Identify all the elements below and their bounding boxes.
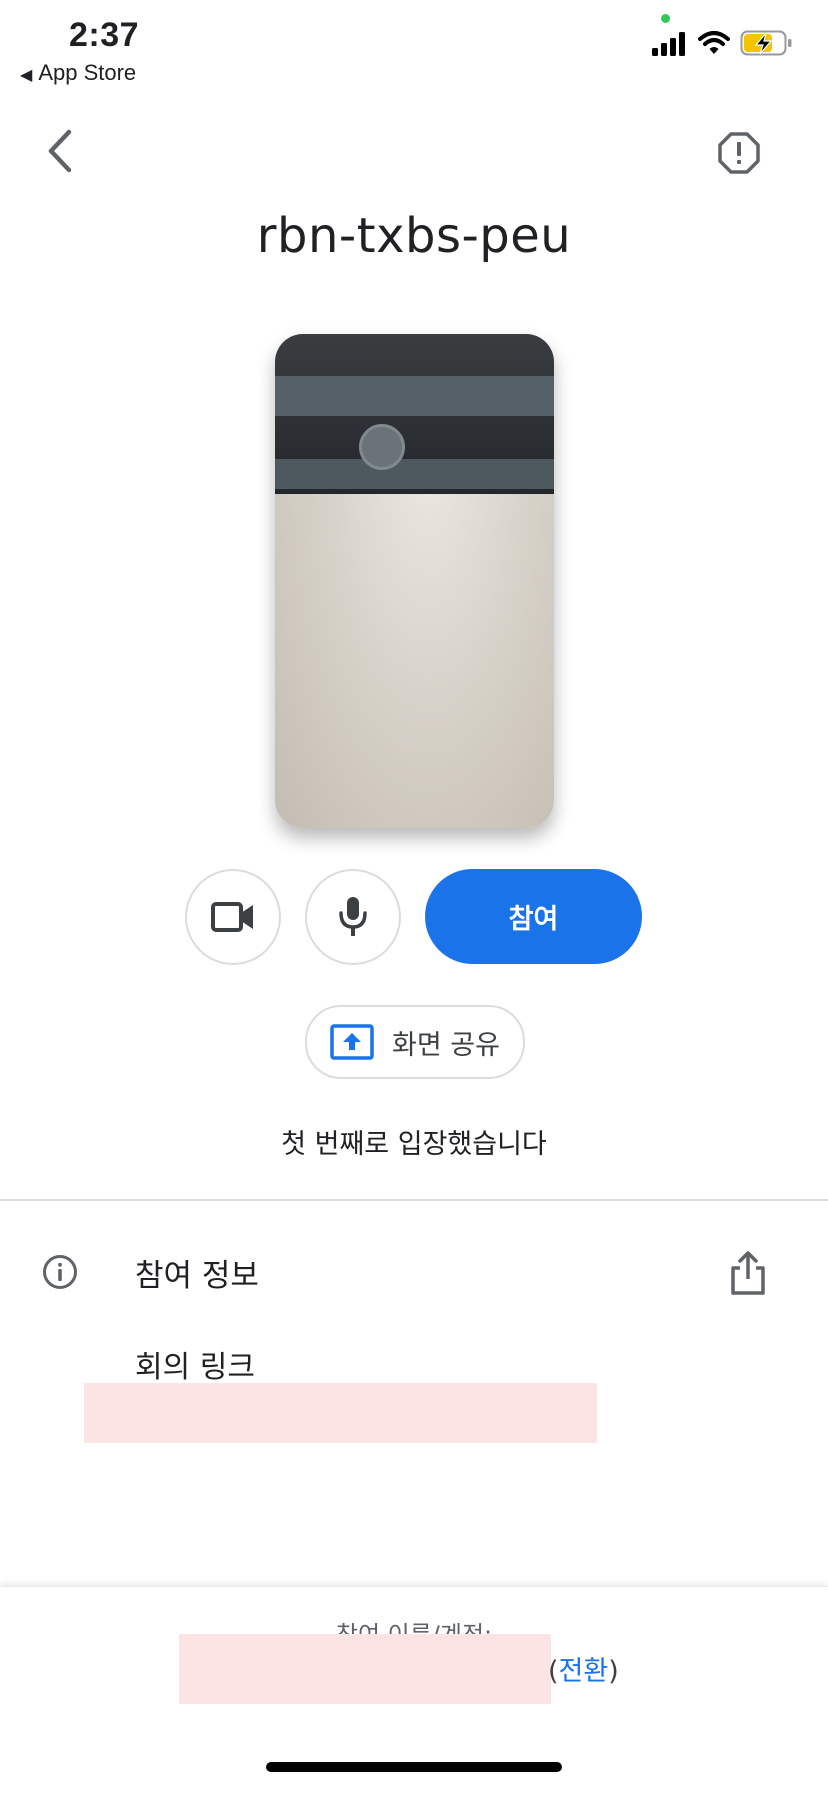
switch-account-wrapper: (전환) <box>548 1649 619 1688</box>
status-time: 2:37 <box>69 16 140 54</box>
camera-in-use-indicator <box>661 14 670 23</box>
home-indicator[interactable] <box>266 1762 562 1772</box>
info-icon <box>42 1254 78 1290</box>
battery-charging-icon <box>740 30 792 56</box>
signal-icon <box>652 32 685 56</box>
back-to-app-store-link[interactable]: ◀ App Store <box>20 60 136 86</box>
share-screen-label: 화면 공유 <box>392 1029 500 1061</box>
preview-beam-lower <box>275 459 554 489</box>
microphone-toggle-button[interactable] <box>305 869 401 965</box>
report-issue-button[interactable] <box>718 132 760 174</box>
share-screen-icon <box>330 1024 374 1060</box>
switch-paren-close: ) <box>608 1656 619 1687</box>
meeting-link-label: 회의 링크 <box>135 1350 255 1385</box>
wifi-icon <box>698 31 730 54</box>
preview-beam <box>275 376 554 416</box>
account-name-redacted <box>179 1634 551 1704</box>
microphone-icon <box>339 897 367 936</box>
share-info-button[interactable] <box>728 1250 768 1296</box>
report-issue-icon <box>718 132 760 174</box>
preview-light-fixture <box>359 424 405 470</box>
switch-account-link[interactable]: 전환 <box>559 1656 609 1687</box>
section-divider <box>0 1199 828 1201</box>
video-camera-icon <box>211 902 253 932</box>
switch-paren-open: ( <box>548 1656 559 1687</box>
back-triangle-icon: ◀ <box>20 67 33 84</box>
share-screen-button[interactable]: 화면 공유 <box>305 1005 525 1079</box>
chevron-left-icon <box>48 129 72 173</box>
meeting-link-redacted <box>84 1383 597 1443</box>
status-bar: 2:37 ◀ App Store <box>0 0 828 96</box>
share-icon <box>731 1251 765 1295</box>
back-app-label: App Store <box>38 60 137 85</box>
join-info-title: 참여 정보 <box>135 1258 259 1294</box>
join-button[interactable]: 참여 <box>425 869 642 964</box>
camera-preview <box>275 334 554 828</box>
status-message: 첫 번째로 입장했습니다 <box>281 1129 547 1160</box>
camera-toggle-button[interactable] <box>185 869 281 965</box>
back-button[interactable] <box>40 126 80 176</box>
meeting-code-title: rbn-txbs-peu <box>256 208 572 264</box>
